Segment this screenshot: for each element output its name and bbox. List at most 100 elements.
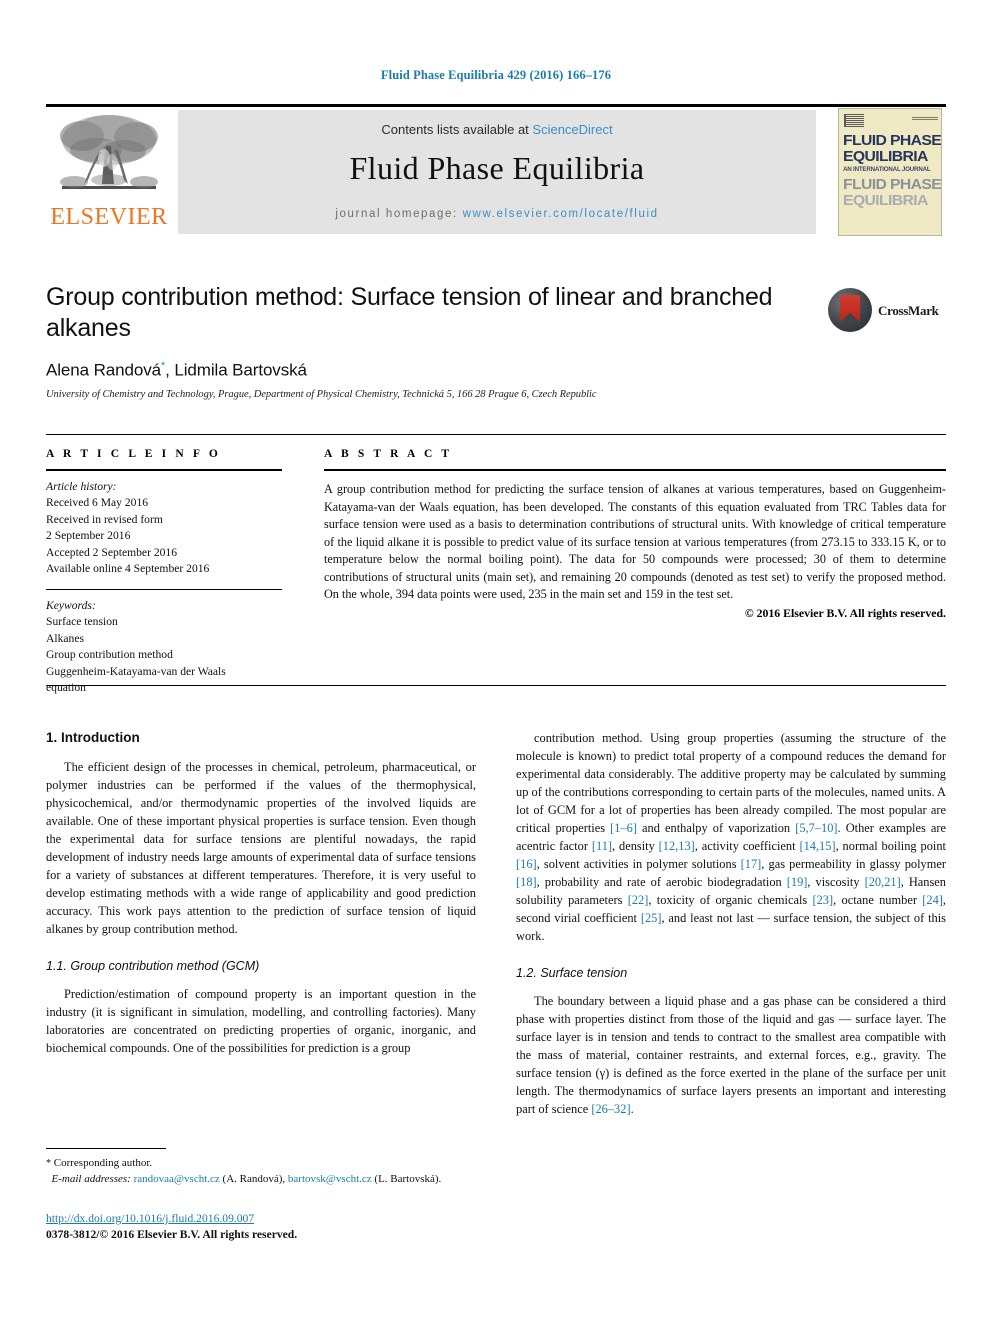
article-info-heading: A R T I C L E I N F O (46, 448, 221, 460)
crossmark-label: CrossMark (878, 303, 939, 318)
contents-prefix: Contents lists available at (381, 122, 533, 137)
citation-link[interactable]: [16] (516, 857, 537, 871)
homepage-url-link[interactable]: www.elsevier.com/locate/fluid (463, 208, 659, 220)
homepage-prefix: journal homepage: (335, 208, 463, 220)
section-heading-introduction: 1. Introduction (46, 730, 140, 745)
keyword-item: Guggenheim-Katayama-van der Waals (46, 664, 226, 678)
masthead-top-rule (46, 104, 946, 107)
author-primary: Alena Randová (46, 360, 161, 380)
email-owner-randova: (A. Randová), (219, 1172, 288, 1185)
issn-copyright-line: 0378-3812/© 2016 Elsevier B.V. All right… (46, 1228, 298, 1241)
citation-link[interactable]: [23] (812, 893, 833, 907)
abstract-copyright: © 2016 Elsevier B.V. All rights reserved… (744, 605, 946, 620)
text-run: , octane number (833, 892, 923, 907)
subsection-heading-gcm: 1.1. Group contribution method (GCM) (46, 958, 260, 973)
text-run: , viscosity (807, 874, 865, 889)
sciencedirect-banner: Contents lists available at ScienceDirec… (178, 110, 816, 234)
citation-link[interactable]: [12,13] (659, 839, 695, 853)
article-info-rule (46, 469, 282, 471)
article-info-column: A R T I C L E I N F O Article history: R… (46, 448, 282, 696)
history-item: 2 September 2016 (46, 529, 131, 543)
elsevier-tree-icon (52, 110, 166, 202)
subsection-heading-surface-tension: 1.2. Surface tension (516, 965, 628, 980)
contents-available-line: Contents lists available at ScienceDirec… (178, 122, 816, 137)
keyword-item: equation (46, 680, 86, 694)
citation-link[interactable]: [1–6] (610, 821, 637, 835)
running-head: Fluid Phase Equilibria 429 (2016) 166–17… (380, 68, 612, 82)
citation-link[interactable]: [11] (592, 839, 612, 853)
keyword-item: Group contribution method (46, 648, 173, 662)
citation-link[interactable]: [17] (741, 857, 762, 871)
corresponding-author-note: * Corresponding author. (46, 1156, 476, 1172)
keywords-label: Keywords: (46, 598, 96, 612)
history-item: Accepted 2 September 2016 (46, 545, 178, 559)
cover-title-line-2: EQUILIBRIA (843, 148, 928, 165)
footnote-rule (46, 1148, 166, 1149)
citation-link[interactable]: [22] (628, 893, 649, 907)
paragraph: The efficient design of the processes in… (46, 760, 476, 936)
info-abstract-bottom-rule (46, 685, 946, 686)
citation-link[interactable]: [26–32] (591, 1102, 630, 1116)
text-run: and enthalpy of vaporization (636, 820, 796, 835)
citation-link[interactable]: [24] (922, 893, 943, 907)
text-run: , solvent activities in polymer solution… (536, 856, 741, 871)
abstract-column: A B S T R A C T A group contribution met… (324, 448, 946, 621)
body-column-left: 1. Introduction The efficient design of … (46, 730, 476, 1058)
keywords-divider-rule (46, 588, 282, 590)
text-run: , activity coefficient (694, 838, 800, 853)
cover-title-line-3: FLUID PHASE (843, 176, 942, 193)
doi-link[interactable]: http://dx.doi.org/10.1016/j.fluid.2016.0… (46, 1212, 476, 1225)
email-owner-bartovska: (L. Bartovská). (374, 1172, 442, 1185)
abstract-text: A group contribution method for predicti… (324, 482, 946, 602)
cover-topbar (844, 114, 938, 128)
affiliation: University of Chemistry and Technology, … (46, 388, 597, 400)
article-history-block: Article history: Received 6 May 2016 Rec… (46, 479, 282, 578)
cover-title-line-1: FLUID PHASE (843, 132, 942, 149)
body-column-right: contribution method. Using group propert… (516, 730, 946, 1119)
email-addresses-note: E-mail addresses: randovaa@vscht.cz (A. … (46, 1172, 476, 1188)
citation-link[interactable]: [14,15] (799, 839, 835, 853)
text-run: contribution method. Using group propert… (516, 731, 946, 835)
paragraph: contribution method. Using group propert… (516, 730, 946, 946)
elsevier-wordmark: ELSEVIER (50, 204, 168, 230)
crossmark-badge[interactable]: CrossMark (828, 288, 939, 334)
citation-link[interactable]: [20,21] (865, 875, 901, 889)
journal-cover-thumbnail[interactable]: FLUID PHASE EQUILIBRIA AN INTERNATIONAL … (838, 108, 942, 236)
cover-subtitle: AN INTERNATIONAL JOURNAL (843, 166, 931, 173)
article-page: Fluid Phase Equilibria 429 (2016) 166–17… (0, 0, 992, 1323)
corresponding-author-text: Corresponding author. (51, 1157, 153, 1169)
citation-link[interactable]: [5,7–10] (795, 821, 837, 835)
journal-title: Fluid Phase Equilibria (349, 150, 645, 186)
author-list: Alena Randová*, Lidmila Bartovská (46, 360, 806, 381)
sciencedirect-link[interactable]: ScienceDirect (532, 122, 612, 137)
text-run: , gas permeability in glassy polymer (761, 856, 946, 871)
email-link-bartovska[interactable]: bartovsk@vscht.cz (288, 1173, 372, 1185)
paragraph: The boundary between a liquid phase and … (516, 993, 946, 1119)
paragraph: Prediction/estimation of compound proper… (46, 986, 476, 1055)
text-run: , probability and rate of aerobic biodeg… (536, 874, 787, 889)
email-link-randova[interactable]: randovaa@vscht.cz (134, 1173, 220, 1185)
crossmark-notch-icon (840, 313, 860, 322)
keyword-item: Alkanes (46, 631, 84, 645)
elsevier-logo: ELSEVIER (48, 110, 170, 234)
footnote-block: * Corresponding author. E-mail addresses… (46, 1148, 476, 1188)
keywords-block: Keywords: Surface tension Alkanes Group … (46, 598, 282, 697)
history-item: Available online 4 September 2016 (46, 562, 210, 576)
history-item: Received 6 May 2016 (46, 496, 149, 510)
citation-link[interactable]: [18] (516, 875, 537, 889)
keyword-item: Surface tension (46, 615, 118, 629)
journal-masthead: ELSEVIER Contents lists available at Sci… (46, 104, 946, 236)
info-abstract-top-rule (46, 434, 946, 435)
citation-link[interactable]: [19] (787, 875, 808, 889)
journal-homepage-line: journal homepage: www.elsevier.com/locat… (178, 208, 816, 220)
abstract-heading: A B S T R A C T (324, 448, 453, 460)
text-run: , density (612, 838, 659, 853)
text-run: . (630, 1101, 634, 1116)
history-item: Received in revised form (46, 512, 163, 526)
text-run: , normal boiling point (835, 838, 946, 853)
text-run: , toxicity of organic chemicals (648, 892, 813, 907)
citation-link[interactable]: [25] (641, 911, 662, 925)
article-history-label: Article history: (46, 480, 117, 493)
cover-title-line-4: EQUILIBRIA (843, 192, 928, 209)
page-title: Group contribution method: Surface tensi… (46, 283, 773, 342)
